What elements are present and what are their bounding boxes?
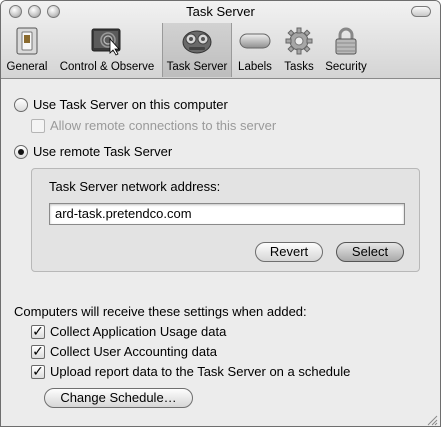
upload-report-checkbox[interactable]: ✓ [31,364,45,379]
security-lock-icon [331,26,361,59]
tab-general[interactable]: General [3,23,51,77]
tab-security[interactable]: Security [322,23,370,77]
select-button[interactable]: Select [336,242,404,262]
collect-app-usage-option[interactable]: ✓ Collect Application Usage data [31,324,226,339]
control-observe-screen-icon [90,26,124,59]
revert-button[interactable]: Revert [255,242,323,262]
task-server-icon [181,26,213,59]
remote-server-option[interactable]: Use remote Task Server [14,144,172,159]
tab-task-server[interactable]: Task Server [162,23,232,77]
address-label: Task Server network address: [49,179,221,194]
resize-grip-icon[interactable] [426,414,438,426]
defaults-heading: Computers will receive these settings wh… [14,304,307,319]
tab-labels[interactable]: Labels [234,23,276,77]
toolbar-toggle-button[interactable] [411,6,431,17]
server-address-field[interactable]: ard-task.pretendco.com [49,203,405,225]
collect-app-usage-checkbox[interactable]: ✓ [31,324,45,339]
tab-tasks[interactable]: Tasks [279,23,319,77]
allow-remote-checkbox [31,118,45,133]
local-server-radio[interactable] [14,97,28,112]
tasks-gear-icon [283,26,315,59]
preferences-window: Task Server General Control & Observe Ta… [0,0,441,427]
remote-server-group: Task Server network address: ard-task.pr… [31,168,420,272]
task-server-pane: Use Task Server on this computer Allow r… [1,80,440,426]
window-title: Task Server [186,4,255,19]
change-schedule-button[interactable]: Change Schedule… [44,388,193,408]
collect-user-accounting-checkbox[interactable]: ✓ [31,344,45,359]
upload-report-option[interactable]: ✓ Upload report data to the Task Server … [31,364,350,379]
allow-remote-option: Allow remote connections to this server [31,118,276,133]
local-server-option[interactable]: Use Task Server on this computer [14,97,228,112]
tab-control-observe[interactable]: Control & Observe [54,23,160,77]
remote-server-radio[interactable] [14,144,28,159]
general-switch-icon [13,26,41,59]
titlebar: Task Server General Control & Observe Ta… [1,1,440,79]
collect-user-accounting-option[interactable]: ✓ Collect User Accounting data [31,344,217,359]
labels-pill-icon [238,26,272,59]
